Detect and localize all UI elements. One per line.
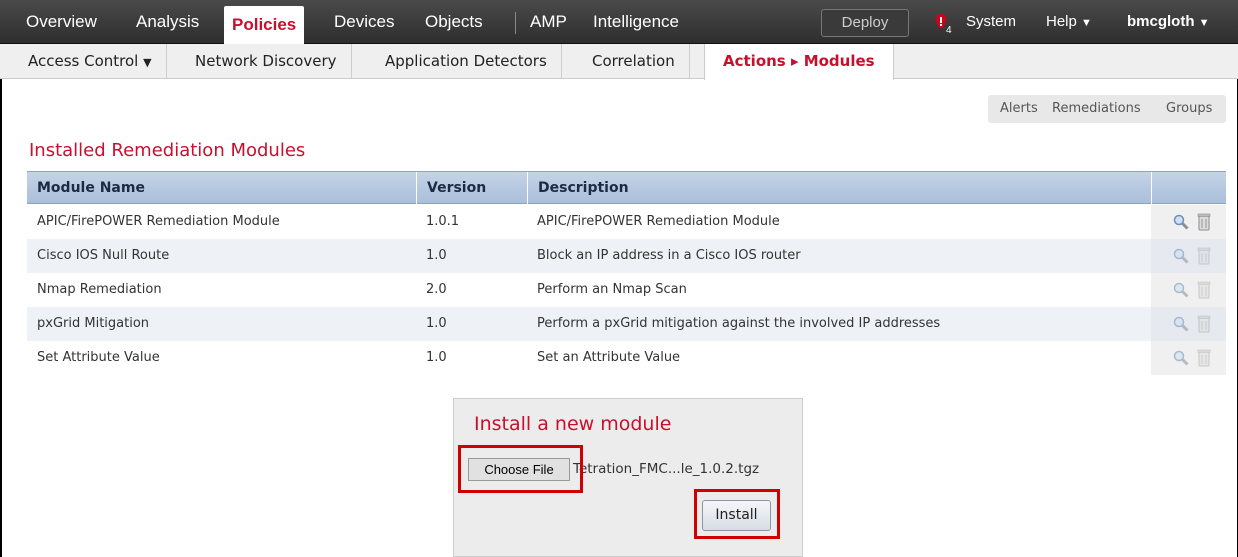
highlight-choose-file bbox=[458, 445, 583, 493]
view-magnifier-icon[interactable] bbox=[1173, 248, 1189, 264]
help-label: Help bbox=[1046, 13, 1077, 30]
column-header-module-name: Module Name bbox=[37, 180, 145, 196]
cell-version: 1.0 bbox=[426, 316, 447, 331]
delete-trash-icon[interactable] bbox=[1197, 213, 1211, 231]
remediations-link[interactable]: Remediations bbox=[1052, 95, 1141, 123]
subnav-correlation[interactable]: Correlation bbox=[578, 44, 690, 79]
table-row: Set Attribute Value 1.0 Set an Attribute… bbox=[27, 341, 1226, 375]
sub-nav: Access Control ▼ Network Discovery Appli… bbox=[0, 44, 1238, 80]
cell-module-name: Cisco IOS Null Route bbox=[37, 248, 170, 263]
row-actions bbox=[1151, 341, 1226, 375]
column-header-actions bbox=[1151, 172, 1162, 205]
subnav-access-control-label: Access Control bbox=[28, 52, 139, 70]
alerts-link[interactable]: Alerts bbox=[1000, 95, 1038, 123]
nav-objects[interactable]: Objects bbox=[425, 0, 483, 44]
view-magnifier-icon[interactable] bbox=[1173, 282, 1189, 298]
view-magnifier-icon[interactable] bbox=[1173, 316, 1189, 332]
cell-version: 1.0 bbox=[426, 248, 447, 263]
table-header: Module Name Version Description bbox=[27, 171, 1226, 205]
nav-overview[interactable]: Overview bbox=[26, 0, 97, 44]
cell-module-name: Nmap Remediation bbox=[37, 282, 162, 297]
deploy-button[interactable]: Deploy bbox=[821, 9, 909, 37]
row-actions bbox=[1151, 307, 1226, 341]
table-row: Nmap Remediation 2.0 Perform an Nmap Sca… bbox=[27, 273, 1226, 307]
table-row: Cisco IOS Null Route 1.0 Block an IP add… bbox=[27, 239, 1226, 273]
delete-trash-icon bbox=[1197, 281, 1211, 299]
table-row: pxGrid Mitigation 1.0 Perform a pxGrid m… bbox=[27, 307, 1226, 341]
action-links-bar: Alerts Remediations Groups bbox=[988, 95, 1226, 123]
nav-user-menu[interactable]: bmcgloth ▼ bbox=[1127, 0, 1210, 44]
cell-description: Perform a pxGrid mitigation against the … bbox=[537, 316, 941, 331]
install-title: Install a new module bbox=[474, 413, 672, 435]
selected-file-name: Tetration_FMC...le_1.0.2.tgz bbox=[573, 461, 760, 477]
alert-count-badge: 4 bbox=[946, 25, 952, 36]
nav-help[interactable]: Help ▼ bbox=[1046, 0, 1092, 44]
cell-module-name: Set Attribute Value bbox=[37, 350, 160, 365]
top-nav: Overview Analysis Policies Devices Objec… bbox=[0, 0, 1238, 44]
delete-trash-icon bbox=[1197, 349, 1211, 367]
row-actions bbox=[1151, 239, 1226, 273]
nav-policies[interactable]: Policies bbox=[224, 6, 305, 44]
nav-intelligence[interactable]: Intelligence bbox=[593, 0, 679, 44]
cell-version: 2.0 bbox=[426, 282, 447, 297]
nav-amp[interactable]: AMP bbox=[530, 0, 567, 44]
view-magnifier-icon[interactable] bbox=[1173, 350, 1189, 366]
page-title: Installed Remediation Modules bbox=[29, 140, 306, 161]
cell-module-name: APIC/FirePOWER Remediation Module bbox=[37, 214, 280, 229]
subnav-network-discovery[interactable]: Network Discovery bbox=[181, 44, 352, 79]
chevron-down-icon: ▼ bbox=[1198, 17, 1210, 29]
view-magnifier-icon[interactable] bbox=[1173, 214, 1189, 230]
cell-version: 1.0.1 bbox=[426, 214, 460, 229]
column-header-version: Version bbox=[416, 172, 486, 205]
cell-description: Set an Attribute Value bbox=[537, 350, 681, 365]
nav-analysis[interactable]: Analysis bbox=[136, 0, 199, 44]
subnav-actions-modules[interactable]: Actions ▸ Modules bbox=[704, 44, 894, 80]
cell-description: APIC/FirePOWER Remediation Module bbox=[537, 214, 780, 229]
delete-trash-icon bbox=[1197, 315, 1211, 333]
table-row: APIC/FirePOWER Remediation Module 1.0.1 … bbox=[27, 205, 1226, 239]
chevron-down-icon: ▼ bbox=[1081, 17, 1092, 29]
subnav-application-detectors[interactable]: Application Detectors bbox=[371, 44, 562, 79]
nav-divider bbox=[515, 12, 516, 34]
nav-devices[interactable]: Devices bbox=[334, 0, 394, 44]
cell-description: Block an IP address in a Cisco IOS route… bbox=[537, 248, 801, 263]
groups-link[interactable]: Groups bbox=[1166, 95, 1212, 123]
user-name: bmcgloth bbox=[1127, 13, 1195, 30]
highlight-install bbox=[694, 489, 780, 539]
delete-trash-icon bbox=[1197, 247, 1211, 265]
row-actions bbox=[1151, 273, 1226, 307]
cell-description: Perform an Nmap Scan bbox=[537, 282, 687, 297]
cell-version: 1.0 bbox=[426, 350, 447, 365]
cell-module-name: pxGrid Mitigation bbox=[37, 316, 150, 331]
chevron-down-icon: ▼ bbox=[143, 56, 152, 69]
column-header-description: Description bbox=[527, 172, 629, 205]
row-actions bbox=[1151, 205, 1226, 239]
subnav-access-control[interactable]: Access Control ▼ bbox=[14, 44, 167, 79]
nav-system[interactable]: System bbox=[966, 0, 1016, 44]
